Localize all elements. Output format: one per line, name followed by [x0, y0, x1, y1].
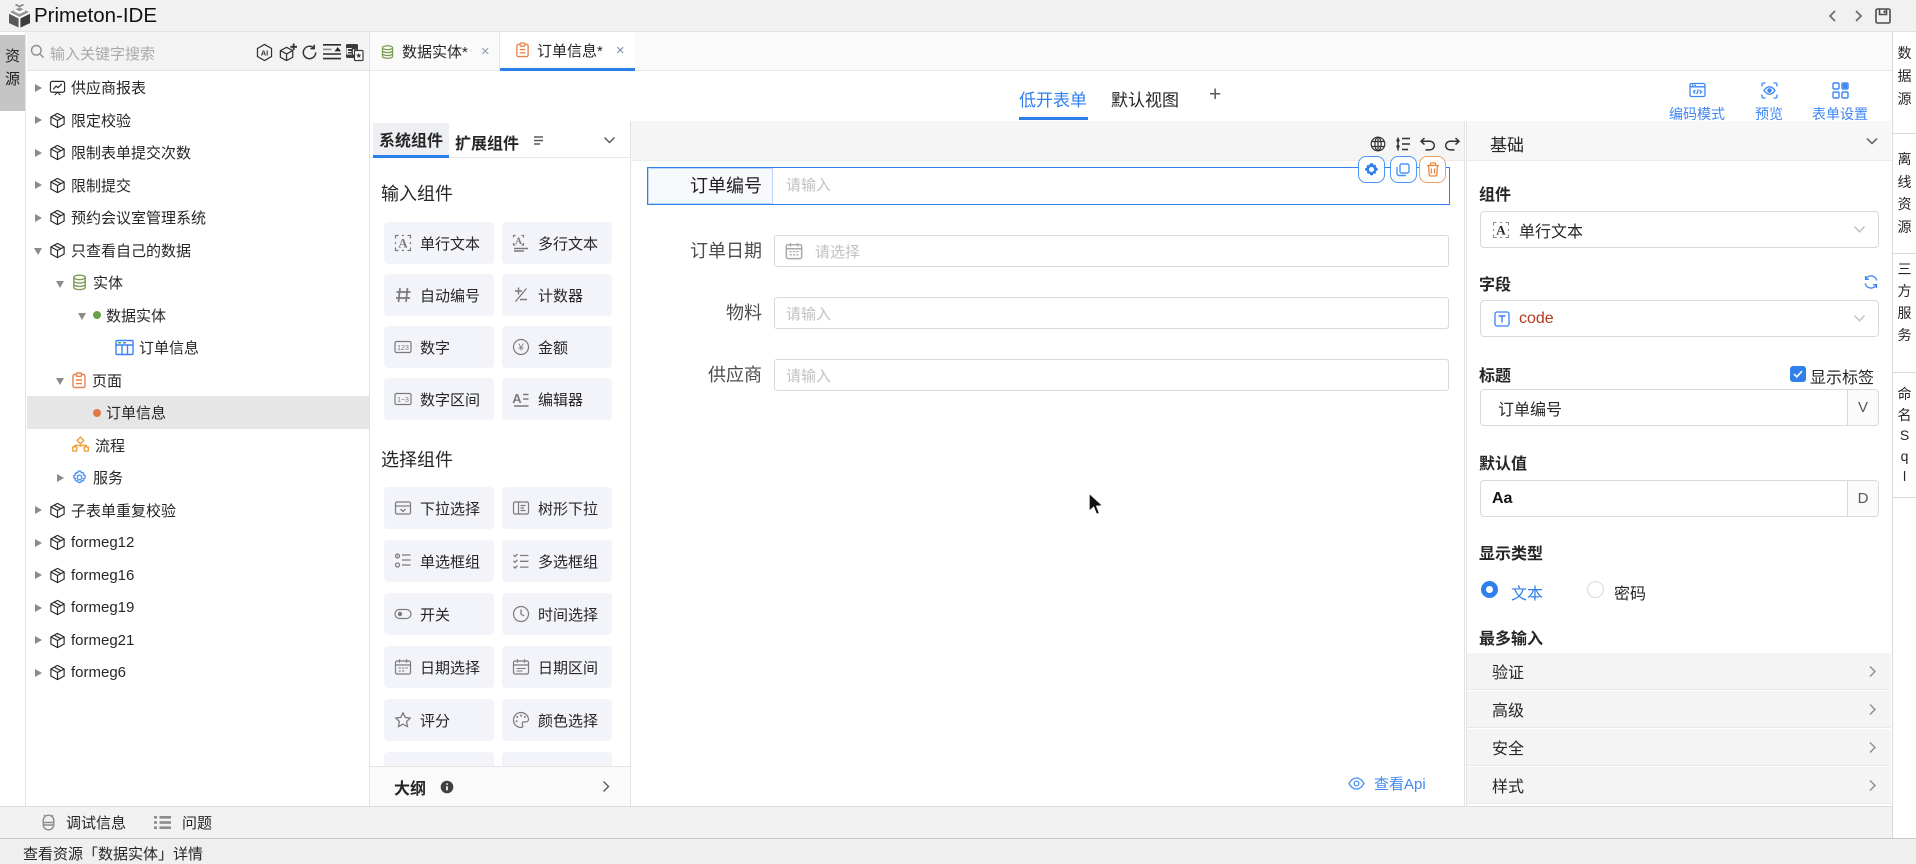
- svg-text:123: 123: [397, 345, 409, 352]
- svg-text:A: A: [515, 237, 522, 247]
- svg-text:AI: AI: [261, 48, 269, 57]
- svg-text:★: ★: [355, 51, 362, 60]
- svg-text:A: A: [398, 236, 408, 251]
- svg-text:¥: ¥: [517, 343, 524, 354]
- svg-text:1~3: 1~3: [397, 397, 409, 404]
- svg-text:A: A: [1496, 222, 1506, 237]
- svg-text:A: A: [512, 391, 522, 406]
